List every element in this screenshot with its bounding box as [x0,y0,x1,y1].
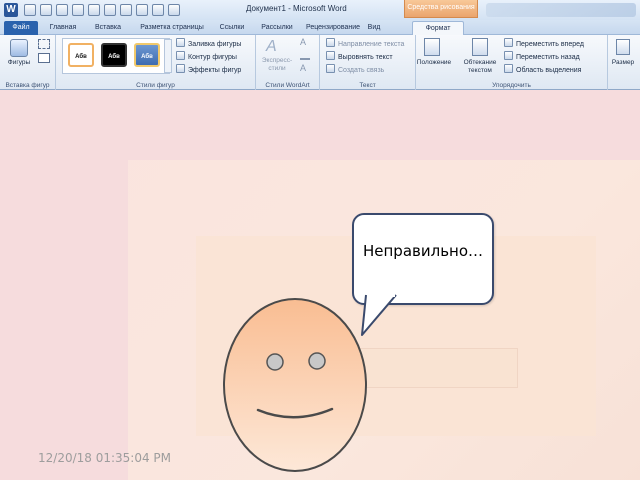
open-icon[interactable] [104,4,116,16]
tab-home[interactable]: Главная [42,21,84,35]
shape-outline-button[interactable]: Контур фигуры [176,51,237,62]
create-link-label: Создать связь [338,67,385,74]
text-direction-label: Направление текста [338,41,405,48]
contextual-tab-group-label: Средства рисования [404,0,478,18]
timestamp: 12/20/18 01:35:04 PM [38,451,172,465]
tab-view[interactable]: Вид [364,21,384,35]
text-outline-icon[interactable] [300,51,310,60]
align-text-label: Выровнять текст [338,54,393,61]
align-text-button[interactable]: Выровнять текст [326,51,393,62]
title-bar: W Документ1 - Microsoft Word Средства ри… [0,0,640,20]
position-icon[interactable] [424,38,440,56]
text-direction-button[interactable]: Направление текста [326,38,404,49]
save-icon[interactable] [24,4,36,16]
bring-forward-icon [504,38,513,47]
wordart-a-icon[interactable]: A [266,38,284,56]
pencil-icon [176,51,185,60]
window-title: Документ1 - Microsoft Word [246,4,347,13]
shapes-label[interactable]: Фигуры [2,59,36,67]
bring-forward-label: Переместить вперед [516,41,584,48]
speech-bubble-text: Неправильно… [362,242,484,260]
shape-outline-label: Контур фигуры [188,54,237,61]
wrap-text-icon[interactable] [472,38,488,56]
group-text: Направление текста Выровнять текст Созда… [320,35,416,90]
group-shape-styles: Абв Абв Абв Заливка фигуры Контур фигуры… [56,35,256,90]
shape-fill-button[interactable]: Заливка фигуры [176,38,241,49]
shape-effects-label: Эффекты фигур [188,67,242,74]
shape-style-1[interactable]: Абв [68,43,94,67]
group-wordart-styles: A Экспресс-стили A A Стили WordArt [256,35,320,90]
bring-forward-button[interactable]: Переместить вперед [504,38,584,49]
left-eye [266,353,284,371]
group-label-arrange: Упорядочить [492,82,531,89]
shape-style-3[interactable]: Абв [134,43,160,67]
effects-icon [176,64,185,73]
new-document-icon[interactable] [72,4,84,16]
group-label-insert-shapes: Вставка фигур [5,82,50,89]
text-effects-icon[interactable]: A [300,64,310,73]
shape-fill-label: Заливка фигуры [188,41,242,48]
face-circle [223,298,367,472]
group-label-shape-styles: Стили фигур [136,82,175,89]
tab-format[interactable]: Формат [412,21,464,35]
tab-mailings[interactable]: Рассылки [254,21,300,35]
group-insert-shapes: Фигуры Вставка фигур [0,35,56,90]
send-backward-label: Переместить назад [516,54,580,61]
window-controls-area [486,3,636,17]
selection-pane-label: Область выделения [516,67,582,74]
redo-icon[interactable] [56,4,68,16]
tab-file[interactable]: Файл [4,21,38,35]
size-label[interactable]: Размер [608,59,638,67]
selection-pane-icon [504,64,513,73]
shapes-icon[interactable] [10,39,28,57]
tab-references[interactable]: Ссылки [214,21,250,35]
tab-page-layout[interactable]: Разметка страницы [132,21,212,35]
text-box-icon[interactable] [38,53,50,63]
smiley-face [223,298,367,472]
tab-review[interactable]: Рецензирование [302,21,364,35]
email-icon[interactable] [152,4,164,16]
send-backward-button[interactable]: Переместить назад [504,51,580,62]
size-icon[interactable] [616,39,630,55]
print-preview-icon[interactable] [88,4,100,16]
position-label[interactable]: Положение [416,59,452,67]
word-app-icon[interactable]: W [4,3,18,17]
ribbon: Фигуры Вставка фигур Абв Абв Абв Заливка… [0,35,640,90]
word-window: W Документ1 - Microsoft Word Средства ри… [0,0,640,90]
chain-link-icon [326,64,335,73]
tab-insert[interactable]: Вставка [88,21,128,35]
wrap-text-label[interactable]: Обтекание текстом [458,59,502,75]
send-backward-icon [504,51,513,60]
shape-style-2[interactable]: Абв [101,43,127,67]
align-text-icon [326,51,335,60]
fill-bucket-icon [176,38,185,47]
shape-effects-button[interactable]: Эффекты фигур [176,64,241,75]
text-direction-icon [326,38,335,47]
ribbon-tab-row: Файл Главная Вставка Разметка страницы С… [0,20,640,35]
undo-icon[interactable] [40,4,52,16]
group-size: Размер [608,35,640,90]
group-label-text: Текст [359,82,376,89]
customize-toolbar-icon[interactable] [168,4,180,16]
edit-shape-icon[interactable] [38,39,50,49]
group-arrange: Положение Обтекание текстом Переместить … [416,35,608,90]
selection-pane-button[interactable]: Область выделения [504,64,581,75]
spelling-icon[interactable] [136,4,148,16]
express-styles-label[interactable]: Экспресс-стили [258,57,296,73]
text-fill-icon[interactable]: A [300,38,310,47]
gallery-scroll-icon[interactable] [164,39,172,73]
create-link-button[interactable]: Создать связь [326,64,384,75]
right-eye [308,352,326,370]
group-label-wordart: Стили WordArt [265,82,310,89]
quick-print-icon[interactable] [120,4,132,16]
